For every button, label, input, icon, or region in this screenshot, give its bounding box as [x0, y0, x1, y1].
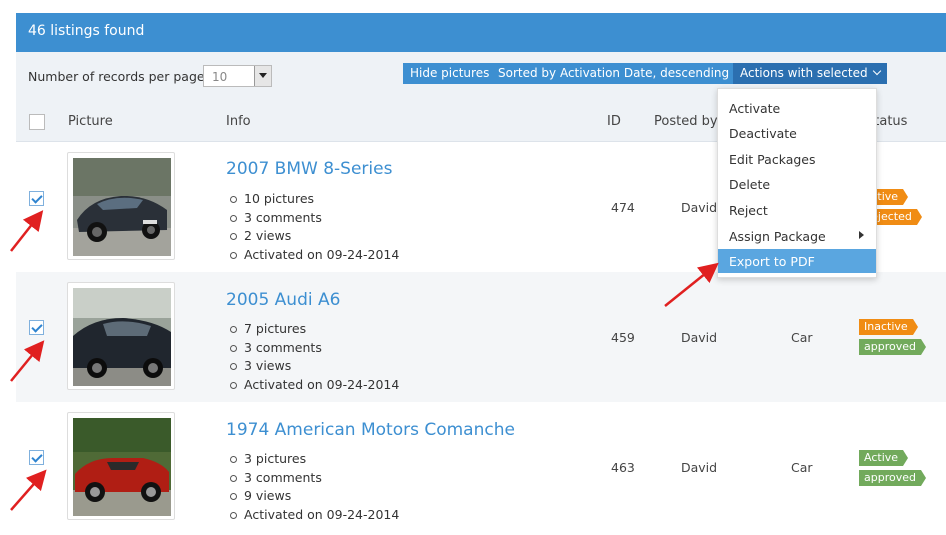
red-arrow-icon — [664, 262, 719, 307]
red-arrow-icon — [10, 210, 44, 252]
annotation-arrows — [10, 210, 719, 511]
red-arrow-icon — [10, 340, 45, 382]
red-arrow-icon — [10, 469, 47, 511]
